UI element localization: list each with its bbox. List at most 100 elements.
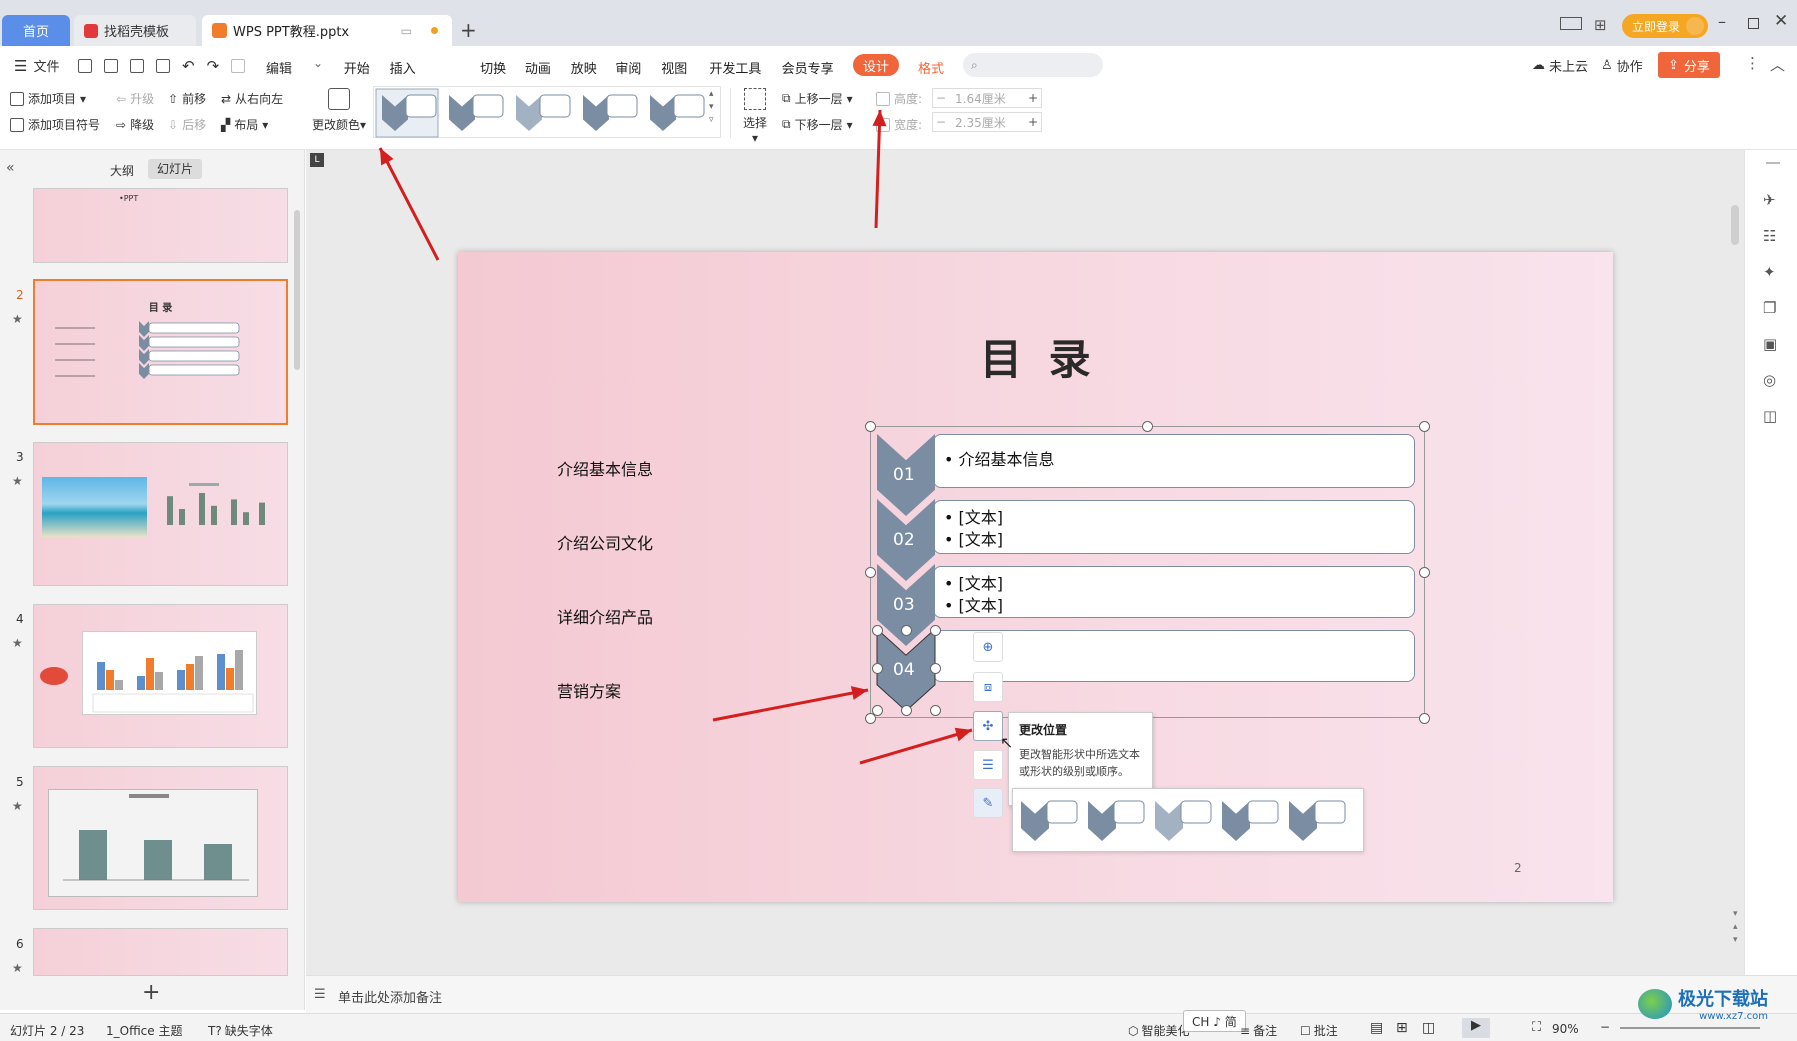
apps-grid-icon[interactable]: ⊞ [1594,16,1607,34]
collapse-ribbon-icon[interactable]: ︿ [1770,54,1785,75]
smart-beautify-button[interactable]: ⬡ 智能美化 [1128,1022,1190,1039]
shape-resize-handle[interactable] [930,625,941,636]
tab-outline[interactable]: 大纲 [110,162,134,179]
tab-2[interactable]: 插入 [390,58,416,77]
book-icon[interactable]: ◫ [1763,398,1777,434]
tab-5[interactable]: 动画 [525,58,551,77]
frame-resize-handle[interactable] [865,567,876,578]
sliders-icon[interactable]: ☷ [1763,218,1777,254]
save-icon[interactable] [78,59,92,73]
tab-home[interactable]: 首页 [2,15,70,46]
shape-resize-handle[interactable] [901,625,912,636]
ruler-toggle-icon[interactable]: L [310,153,324,167]
tab-6[interactable]: 放映 [571,58,597,77]
location-icon[interactable]: ◎ [1763,362,1777,398]
share-button[interactable]: ⇪ 分享 [1658,52,1720,78]
slide-thumb-5[interactable] [33,766,288,910]
shape-resize-handle[interactable] [930,663,941,674]
frame-resize-handle[interactable] [865,421,876,432]
left-item-2[interactable]: 介绍公司文化 [557,530,653,554]
change-layout-button[interactable]: ⧈ [973,672,1003,702]
add-shape-button[interactable]: ⊕ [973,632,1003,662]
bring-forward-button[interactable]: ⧉ 上移一层 ▾ [782,90,853,107]
send-backward-button[interactable]: ⧉ 下移一层 ▾ [782,116,853,133]
export-icon[interactable] [104,59,118,73]
style-brush-button[interactable]: ✎ [973,788,1003,818]
login-button[interactable]: 立即登录 [1622,14,1709,38]
plus-icon[interactable]: + [1025,91,1041,105]
notes-placeholder[interactable]: 单击此处添加备注 [338,987,442,1006]
layout-toggle-icon[interactable] [1560,17,1582,30]
ime-indicator[interactable]: CH ♪ 简 [1183,1010,1246,1032]
pin-icon[interactable]: ✦ [1763,254,1777,290]
text-pane-button[interactable]: ☰ [973,750,1003,780]
slide-title[interactable]: 目 录 [980,326,1097,387]
slide-thumb-2[interactable]: 目 录 [33,279,288,425]
minus-icon[interactable]: − [933,91,949,105]
slide-thumb-1[interactable]: •PPT [33,188,288,263]
zoom-out-icon[interactable]: − [1600,1020,1610,1034]
file-menu[interactable]: ☰ 文件 [14,56,59,76]
minus-icon[interactable]: − [933,115,949,129]
height-stepper[interactable]: − 1.64厘米 + [932,88,1042,108]
right-to-left-button[interactable]: ⇄ 从右向左 [221,90,283,107]
normal-view-icon[interactable]: ▤ [1370,1020,1383,1036]
pane-scrollbar[interactable] [294,210,300,370]
close-button[interactable]: ✕ [1774,11,1788,31]
plus-icon[interactable]: + [1025,115,1041,129]
change-color-button[interactable]: 更改颜色▾ [308,88,370,133]
frame-resize-handle[interactable] [1419,421,1430,432]
smartart-textbox-3[interactable]: • [文本] • [文本] [933,566,1415,618]
chevron-number-4[interactable]: 04 [893,660,915,680]
tab-slides[interactable]: 幻灯片 [148,159,202,179]
shape-resize-handle[interactable] [872,625,883,636]
tab-templates[interactable]: 找稻壳模板 [74,15,196,46]
gallery-scroll[interactable]: ▴ ▾ ▿ [709,88,714,127]
slide-thumb-4[interactable] [33,604,288,748]
rocket-icon[interactable]: ✈ [1763,182,1777,218]
frame-resize-handle[interactable] [1419,567,1430,578]
width-stepper[interactable]: − 2.35厘米 + [932,112,1042,132]
shape-resize-handle[interactable] [872,705,883,716]
more-chevron-icon[interactable]: ⌄ [313,56,323,70]
comments-toggle[interactable]: ☐ 批注 [1300,1022,1338,1039]
frame-resize-handle[interactable] [1419,713,1430,724]
smartart-textbox-4[interactable] [933,630,1415,682]
format-painter-icon[interactable] [231,59,246,73]
left-item-4[interactable]: 营销方案 [557,678,621,702]
left-item-3[interactable]: 详细介绍产品 [557,604,653,628]
theme-name[interactable]: 1_Office 主题 [106,1022,182,1039]
chevron-number-1[interactable]: 01 [893,465,915,485]
shape-resize-handle[interactable] [901,705,912,716]
new-tab-button[interactable]: + [460,18,477,42]
more-options-icon[interactable]: ⋮ [1745,54,1760,72]
smartart-textbox-2[interactable]: • [文本] • [文本] [933,500,1415,554]
tab-10[interactable]: 会员专享 [782,58,834,77]
tab-7[interactable]: 审阅 [615,58,641,77]
add-bullet-button[interactable]: 添加项目符号 [10,116,100,133]
tab-format[interactable]: 格式 [918,58,944,77]
change-position-button[interactable]: ✣ [973,711,1003,741]
tab-9[interactable]: 开发工具 [709,58,761,77]
slide-thumb-6[interactable] [33,928,288,976]
copy-icon[interactable]: ❐ [1763,290,1777,326]
move-back-button[interactable]: ⇩ 后移 [168,116,206,133]
smartart-textbox-1[interactable]: • 介绍基本信息 [933,434,1415,488]
chevron-number-2[interactable]: 02 [893,530,915,550]
canvas-scrollbar[interactable] [1731,205,1739,245]
demote-button[interactable]: ⇨ 降级 [116,116,154,133]
sorter-view-icon[interactable]: ⊞ [1396,1020,1408,1036]
move-forward-button[interactable]: ⇧ 前移 [168,90,206,107]
shape-resize-handle[interactable] [872,663,883,674]
frame-resize-handle[interactable] [1142,421,1153,432]
zoom-level[interactable]: 90% [1552,1022,1579,1036]
shape-resize-handle[interactable] [930,705,941,716]
screen-icon[interactable]: ▭ [401,24,412,38]
add-item-button[interactable]: 添加项目 ▾ [10,90,86,107]
left-item-1[interactable]: 介绍基本信息 [557,456,653,480]
play-button[interactable]: ▶ [1462,1018,1490,1038]
promote-button[interactable]: ⇦ 升级 [116,90,154,107]
image-icon[interactable]: ▣ [1763,326,1777,362]
maximize-button[interactable] [1748,18,1759,29]
chevron-number-3[interactable]: 03 [893,595,915,615]
